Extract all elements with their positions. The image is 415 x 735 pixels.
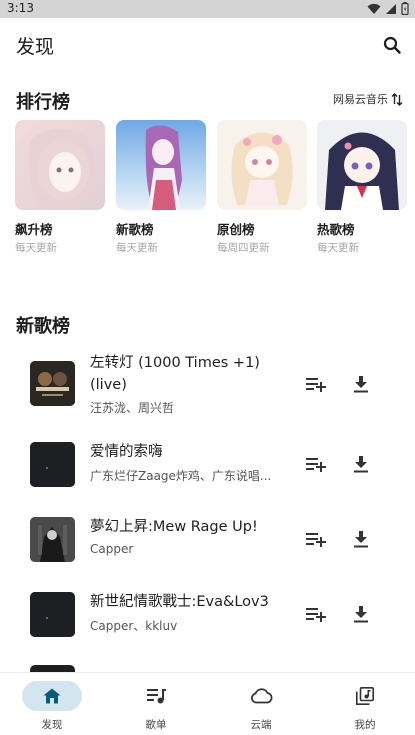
signal-icon	[386, 3, 396, 14]
bottom-navigation: 发现 歌单 云端 我的	[0, 672, 415, 735]
nav-label: 云端	[250, 719, 272, 731]
rankings-carousel[interactable]: 飙升榜 每天更新 新歌榜 每天更新 原创榜 每周四更新 热歌榜 每天更新	[15, 120, 415, 260]
download-button[interactable]	[349, 372, 373, 396]
song-cover-partial	[30, 665, 75, 672]
nav-label: 歌单	[145, 719, 167, 731]
download-icon	[354, 375, 368, 392]
song-artist: 广东烂仔Zaage炸鸡、广东说唱...	[90, 469, 272, 483]
chart-cover-image	[317, 120, 407, 210]
download-icon	[354, 530, 368, 547]
nav-icon-container	[335, 681, 395, 711]
chart-cover-image	[217, 120, 307, 210]
chart-cover-image	[116, 120, 206, 210]
swap-vert-icon	[391, 92, 403, 106]
song-cover	[30, 517, 75, 562]
status-time: 3:13	[7, 1, 34, 15]
song-title: 夢幻上昇:Mew Rage Up!	[90, 519, 258, 535]
download-button[interactable]	[349, 602, 373, 626]
song-cover	[30, 592, 75, 637]
download-button[interactable]	[349, 452, 373, 476]
nav-item-cloud[interactable]: 云端	[209, 673, 313, 735]
chart-name: 新歌榜	[116, 222, 154, 237]
battery-icon	[401, 2, 409, 15]
chart-cover-image	[15, 120, 105, 210]
nav-item-mine[interactable]: 我的	[313, 673, 415, 735]
song-item[interactable]: 夢幻上昇:Mew Rage Up! Capper	[0, 506, 415, 576]
song-item[interactable]: 左转灯 (1000 Times +1) (live) 汪苏泷、周兴哲	[0, 346, 415, 421]
chart-card-soaring[interactable]: 飙升榜 每天更新	[15, 120, 105, 255]
chart-card-original[interactable]: 原创榜 每周四更新	[217, 120, 307, 255]
page-title: 发现	[16, 36, 55, 58]
source-switch-button[interactable]: 网易云音乐	[333, 91, 403, 107]
song-title: 爱情的索嗨	[90, 444, 163, 460]
chart-update-frequency: 每天更新	[116, 242, 158, 254]
status-bar: 3:13	[0, 0, 415, 18]
chart-update-frequency: 每周四更新	[217, 242, 270, 254]
nav-icon-container	[231, 681, 291, 711]
song-artist: 汪苏泷、周兴哲	[90, 401, 175, 415]
playlist-add-icon	[306, 533, 326, 547]
song-item[interactable]: 新世紀情歌戰士:Eva&Lov3 Capper、kkluv	[0, 581, 415, 651]
nav-icon-container	[126, 681, 186, 711]
add-to-queue-button[interactable]	[304, 602, 328, 626]
chart-update-frequency: 每天更新	[317, 242, 359, 254]
chart-card-hot[interactable]: 热歌榜 每天更新	[317, 120, 407, 255]
library-music-icon	[356, 687, 374, 705]
chart-name: 热歌榜	[317, 222, 355, 237]
nav-icon-container	[22, 681, 82, 711]
home-icon	[43, 688, 61, 704]
rankings-heading: 排行榜	[16, 92, 70, 113]
song-item[interactable]: 爱情的索嗨 广东烂仔Zaage炸鸡、广东说唱...	[0, 431, 415, 501]
song-artist: Capper、kkluv	[90, 619, 178, 633]
nav-item-playlists[interactable]: 歌单	[104, 673, 208, 735]
chart-name: 飙升榜	[15, 222, 53, 237]
status-icons	[367, 2, 409, 15]
nav-label: 我的	[354, 719, 376, 731]
playlist-add-icon	[306, 608, 326, 622]
chart-update-frequency: 每天更新	[15, 242, 57, 254]
nav-label: 发现	[41, 719, 63, 731]
song-cover	[30, 361, 75, 406]
song-title: 左转灯 (1000 Times +1) (live)	[90, 355, 260, 393]
chart-card-new[interactable]: 新歌榜 每天更新	[116, 120, 206, 255]
nav-item-discover[interactable]: 发现	[0, 673, 104, 735]
download-icon	[354, 455, 368, 472]
search-button[interactable]	[379, 32, 405, 58]
download-button[interactable]	[349, 527, 373, 551]
wifi-icon	[367, 3, 381, 14]
cloud-icon	[250, 688, 272, 704]
app-bar: 发现	[0, 18, 415, 74]
song-title: 新世紀情歌戰士:Eva&Lov3	[90, 594, 269, 610]
playlist-add-icon	[306, 378, 326, 392]
chart-name: 原创榜	[217, 222, 255, 237]
add-to-queue-button[interactable]	[304, 527, 328, 551]
search-icon	[383, 36, 401, 54]
playlist-add-icon	[306, 458, 326, 472]
song-cover	[30, 442, 75, 487]
new-songs-heading: 新歌榜	[16, 316, 70, 337]
download-icon	[354, 605, 368, 622]
add-to-queue-button[interactable]	[304, 372, 328, 396]
source-label: 网易云音乐	[333, 93, 388, 106]
add-to-queue-button[interactable]	[304, 452, 328, 476]
playlist-icon	[146, 689, 166, 704]
song-artist: Capper	[90, 542, 134, 556]
